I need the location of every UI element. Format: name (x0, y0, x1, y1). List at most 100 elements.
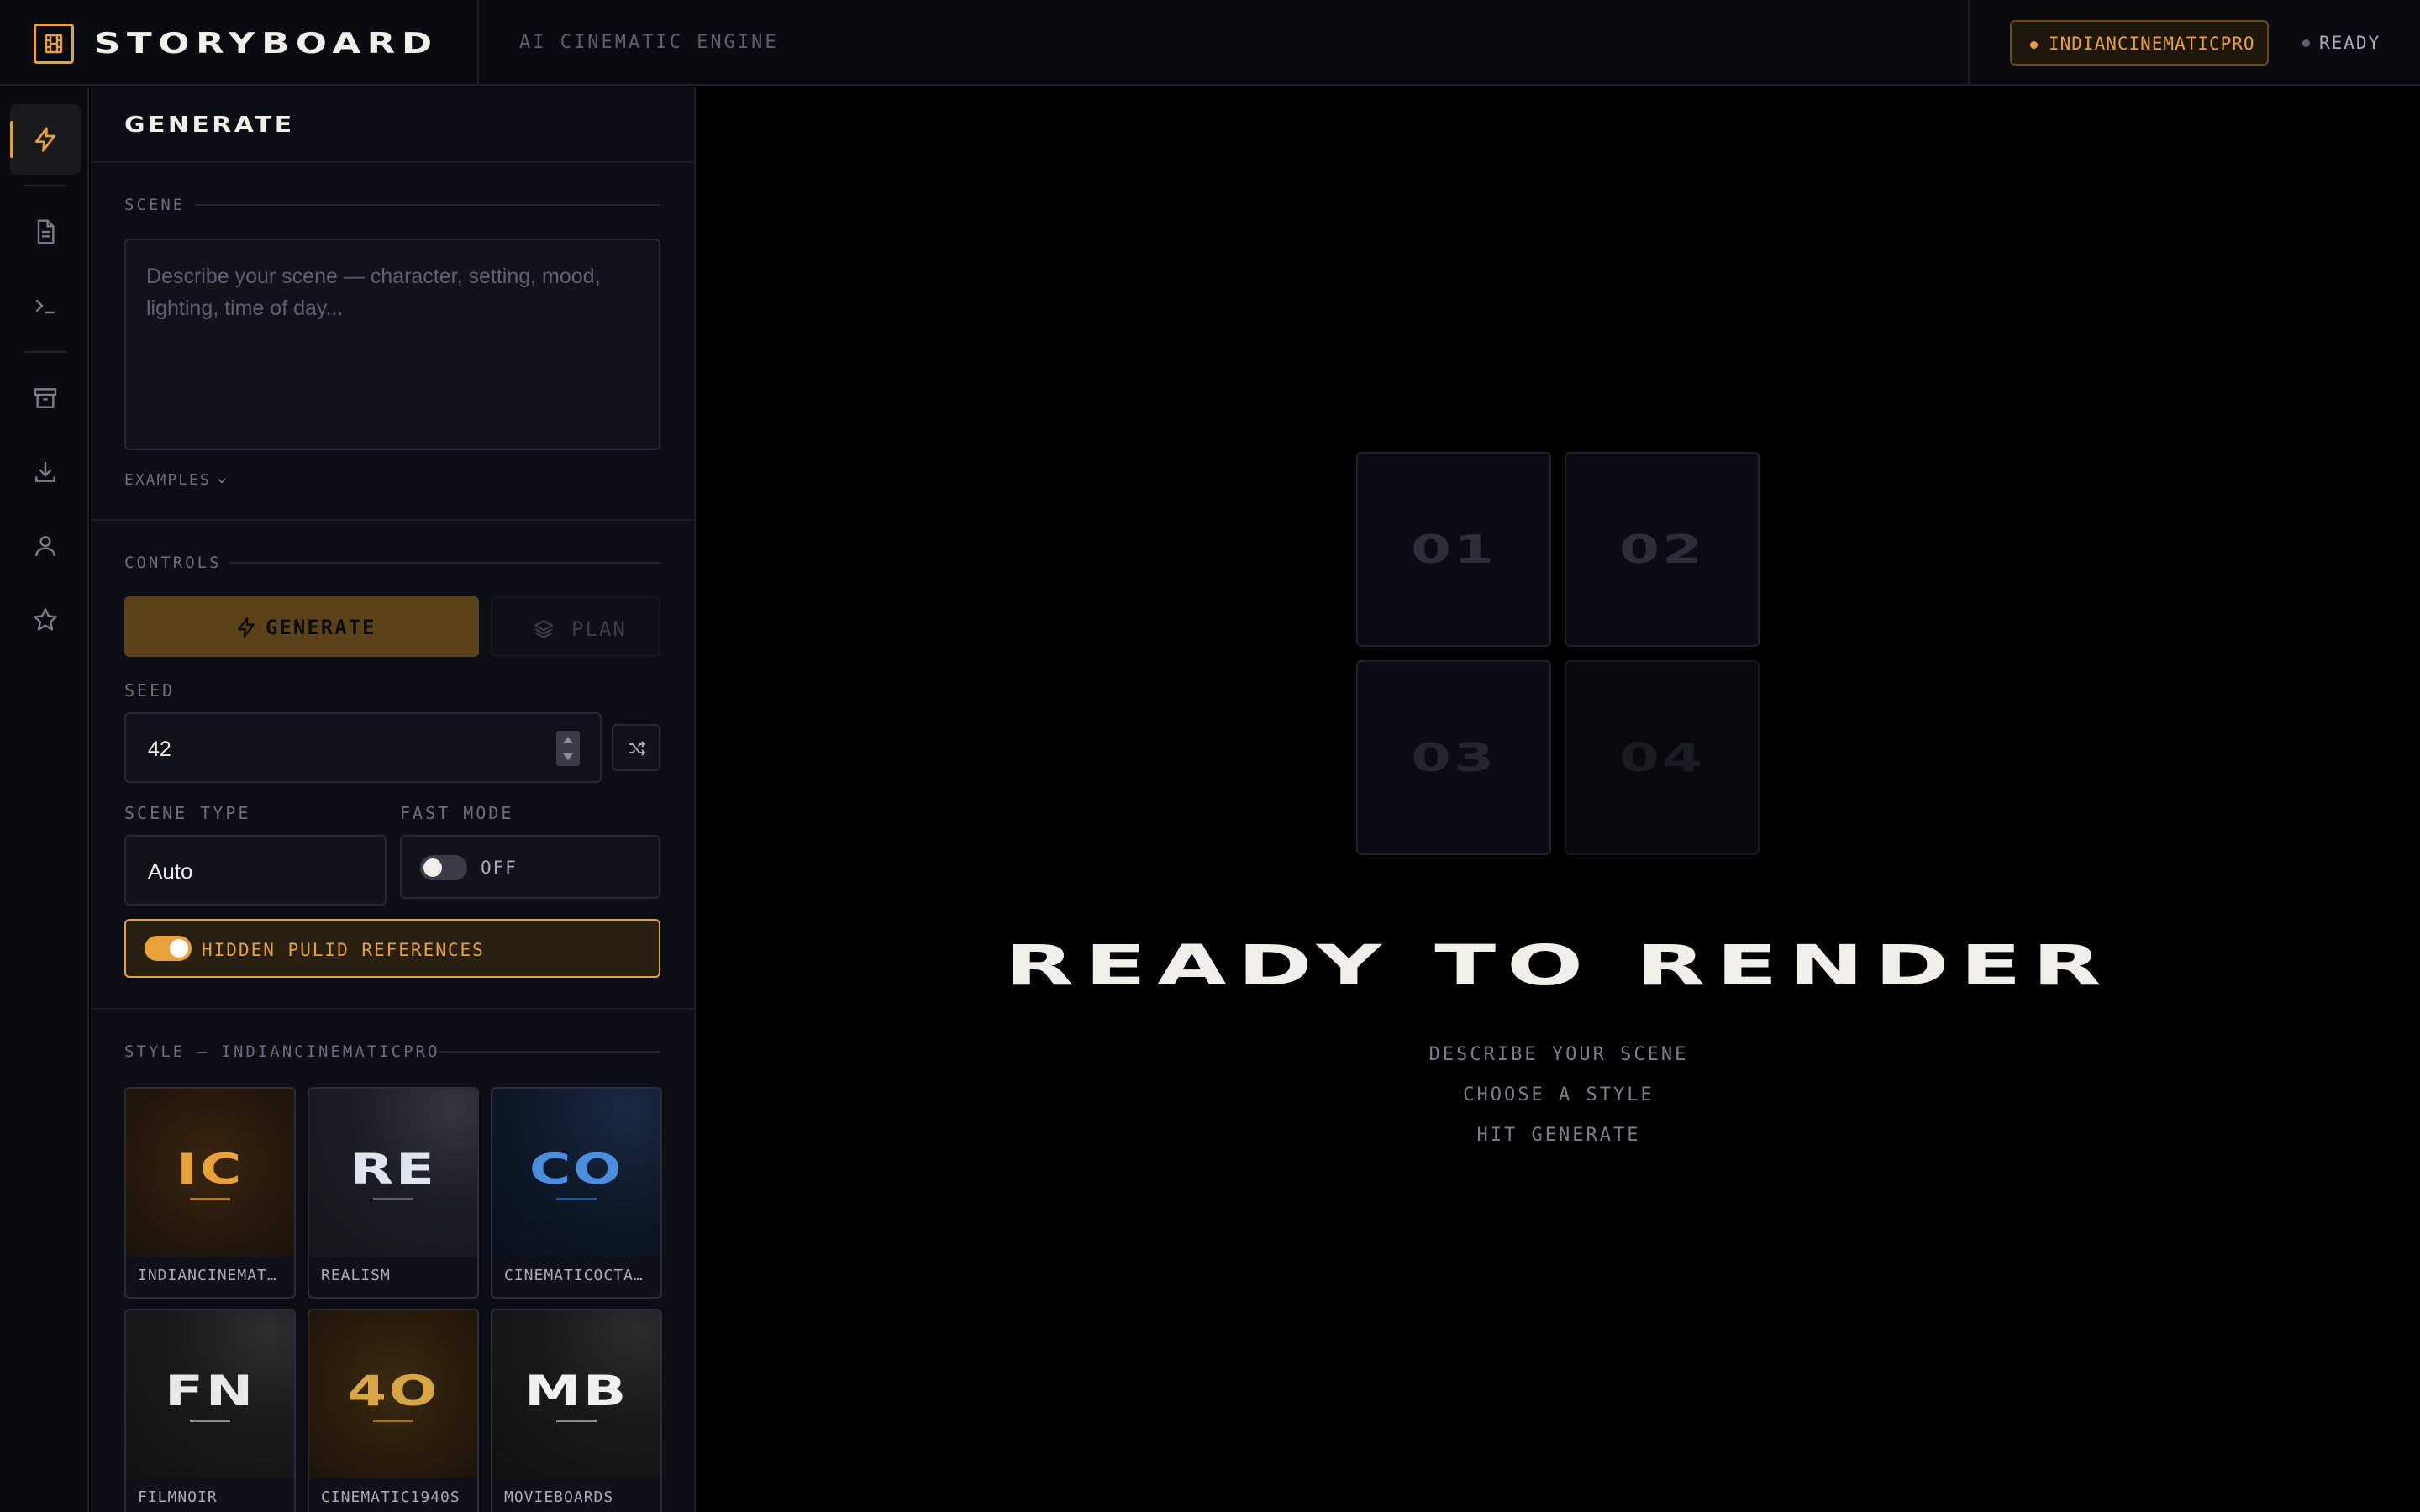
step-3: HIT GENERATE (1476, 1125, 1641, 1146)
style-abbreviation: MB (523, 1367, 629, 1415)
panel-divider (91, 519, 694, 521)
step-1: DESCRIBE YOUR SCENE (1428, 1044, 1689, 1065)
chevron-down-icon (218, 478, 226, 484)
rail-item-download[interactable] (10, 437, 81, 507)
ready-headline: READY TO RENDER (697, 934, 2420, 998)
seed-label: SEED (124, 680, 176, 701)
fast-mode-label: FAST MODE (400, 803, 514, 823)
panel-divider (91, 1008, 694, 1010)
plan-button-label: PLAN (571, 617, 627, 641)
ready-headline-text: READY TO RENDER (1004, 933, 2113, 998)
scene-input-box (124, 239, 660, 450)
style-name: MOVIEBOARDS (504, 1488, 614, 1506)
panel-title: GENERATE (124, 113, 295, 138)
fast-mode-toggle[interactable] (420, 855, 467, 880)
style-underline (556, 1198, 597, 1200)
user-icon (35, 536, 55, 557)
plan-button[interactable]: PLAN (491, 596, 660, 657)
star-icon (34, 608, 57, 631)
style-card-filmnoir[interactable]: FN FILMNOIR (124, 1309, 296, 1512)
top-header: STORYBOARD AI CINEMATIC ENGINE INDIANCIN… (0, 0, 2420, 86)
style-abbreviation: 4O (347, 1367, 439, 1415)
rail-divider (24, 185, 67, 186)
style-underline (556, 1420, 597, 1422)
section-rule (439, 1051, 660, 1053)
header-divider (477, 0, 479, 86)
rail-item-document[interactable] (10, 197, 81, 267)
generate-button-label: GENERATE (266, 616, 376, 639)
film-icon (34, 24, 74, 64)
status-dot (2302, 39, 2310, 47)
randomize-seed-button[interactable] (612, 724, 660, 771)
style-underline (373, 1420, 413, 1422)
section-rule (229, 562, 660, 564)
rail-item-terminal[interactable] (10, 270, 81, 341)
archive-icon (34, 388, 57, 408)
rail-item-archive[interactable] (10, 363, 81, 433)
style-abbreviation: IC (176, 1145, 245, 1194)
style-name: REALISM (321, 1267, 391, 1284)
frame-placeholder: 02 (1565, 452, 1760, 647)
style-name: CINEMATIC1940S (321, 1488, 460, 1506)
frame-number: 02 (1618, 527, 1705, 572)
style-abbreviation: CO (529, 1145, 624, 1194)
style-name: FILMNOIR (138, 1488, 218, 1506)
icon-rail (0, 87, 89, 1512)
style-card-cinematicoctane[interactable]: CO CINEMATICOCTA… (491, 1087, 662, 1299)
generate-panel: GENERATE SCENE EXAMPLES CONTROLS GENERAT… (91, 87, 696, 1512)
scene-type-value: Auto (148, 858, 193, 884)
style-card-indiancinematicpro[interactable]: IC INDIANCINEMAT… (124, 1087, 296, 1299)
header-divider (1968, 0, 1970, 86)
scene-input[interactable] (126, 240, 659, 449)
terminal-icon (35, 299, 55, 314)
tagline: AI CINEMATIC ENGINE (519, 32, 779, 53)
document-icon (37, 219, 55, 244)
scene-section-label: SCENE (124, 196, 186, 214)
status-label: READY (2319, 33, 2381, 53)
style-badge[interactable]: INDIANCINEMATICPRO (2010, 20, 2269, 66)
seed-value: 42 (148, 738, 171, 761)
render-area: 01 02 03 04 READY TO RENDER DESCRIBE YOU… (697, 87, 2420, 1512)
style-card-movieboards[interactable]: MB MOVIEBOARDS (491, 1309, 662, 1512)
frame-placeholder: 04 (1565, 660, 1760, 855)
style-card-realism[interactable]: RE REALISM (308, 1087, 479, 1299)
style-underline (190, 1420, 230, 1422)
style-card-cinematic1940s[interactable]: 4O CINEMATIC1940S (308, 1309, 479, 1512)
pulid-references-option[interactable]: HIDDEN PULID REFERENCES (124, 919, 660, 978)
step-2: CHOOSE A STYLE (1463, 1084, 1655, 1105)
seed-stepper[interactable] (556, 731, 580, 766)
shuffle-icon (629, 741, 646, 756)
style-badge-label: INDIANCINEMATICPRO (2049, 34, 2255, 54)
section-rule (195, 204, 660, 206)
bolt-icon (35, 127, 55, 152)
style-section-label: STYLE — INDIANCINEMATICPRO (124, 1042, 440, 1061)
badge-dot (2030, 41, 2038, 49)
pulid-label: HIDDEN PULID REFERENCES (202, 940, 485, 960)
download-icon (35, 462, 55, 482)
scene-type-label: SCENE TYPE (124, 803, 251, 823)
rail-item-user[interactable] (10, 511, 81, 581)
style-name: INDIANCINEMAT… (138, 1267, 277, 1284)
controls-section-label: CONTROLS (124, 554, 222, 572)
bolt-icon (238, 617, 255, 638)
frame-number: 04 (1618, 735, 1705, 780)
seed-input[interactable]: 42 (124, 712, 602, 783)
examples-toggle[interactable]: EXAMPLES (124, 471, 228, 490)
rail-item-generate[interactable] (10, 104, 81, 175)
style-name: CINEMATICOCTA… (504, 1267, 644, 1284)
style-abbreviation: RE (350, 1145, 437, 1194)
rail-divider (24, 351, 67, 353)
fast-mode-control: OFF (400, 835, 660, 899)
generate-button[interactable]: GENERATE (124, 596, 479, 657)
examples-label: EXAMPLES (124, 471, 211, 489)
brand-title: STORYBOARD (94, 27, 439, 60)
style-abbreviation: FN (164, 1367, 255, 1415)
style-underline (373, 1198, 413, 1200)
pulid-toggle[interactable] (145, 936, 192, 961)
layers-icon (534, 620, 554, 638)
rail-item-favorites[interactable] (10, 585, 81, 655)
fast-mode-state: OFF (481, 858, 518, 878)
panel-divider (91, 161, 694, 163)
scene-type-select[interactable]: Auto (124, 835, 387, 906)
style-underline (190, 1198, 230, 1200)
